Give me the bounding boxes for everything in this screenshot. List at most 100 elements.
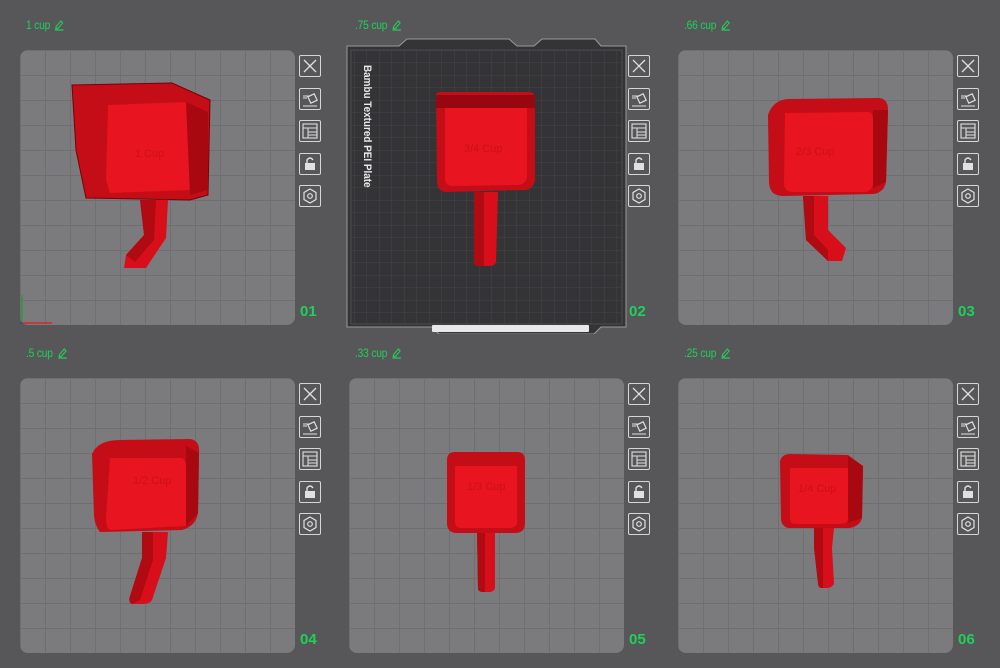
scoop-model[interactable]: 1 Cup: [20, 50, 295, 325]
settings-icon: [961, 516, 975, 532]
plate-toolbar: [299, 55, 323, 218]
plate-number: 06: [958, 631, 975, 648]
plate-title-5[interactable]: .33 cup: [355, 346, 402, 360]
plate-name-label: .33 cup: [355, 346, 388, 360]
edit-pencil-icon[interactable]: [54, 19, 64, 31]
auto-orient-icon: [632, 92, 647, 106]
arrange-button[interactable]: [957, 120, 979, 142]
delete-plate-button[interactable]: [957, 55, 979, 77]
scoop-model[interactable]: 1/3 Cup: [349, 378, 624, 653]
scoop-model[interactable]: 2/3 Cup: [678, 50, 953, 325]
auto-orient-icon: [961, 420, 976, 434]
scoop-engraving: 1/4 Cup: [798, 483, 837, 495]
edit-pencil-icon[interactable]: [57, 347, 67, 359]
lock-button[interactable]: [957, 480, 979, 503]
close-icon: [961, 59, 975, 73]
lock-button[interactable]: [299, 480, 321, 503]
close-icon: [303, 387, 317, 401]
bed-type-label: Bambu Textured PEI Plate: [361, 65, 373, 188]
auto-orient-icon: [632, 420, 647, 434]
scoop-engraving: 1 Cup: [135, 148, 164, 160]
plate-toolbar: [957, 383, 981, 546]
plate-toolbar: [299, 383, 323, 546]
delete-plate-button[interactable]: [299, 55, 321, 77]
auto-orient-button[interactable]: [628, 87, 650, 110]
scoop-model[interactable]: 1/4 Cup: [678, 378, 953, 653]
close-icon: [632, 59, 646, 73]
edit-pencil-icon[interactable]: [721, 19, 731, 31]
scoop-engraving: 3/4 Cup: [464, 143, 503, 155]
delete-plate-button[interactable]: [299, 383, 321, 405]
delete-plate-button[interactable]: [957, 383, 979, 405]
auto-orient-icon: [303, 92, 318, 106]
auto-orient-button[interactable]: [628, 415, 650, 438]
plate-settings-button[interactable]: [628, 513, 650, 535]
plate-name-label: 1 cup: [26, 18, 51, 32]
arrange-button[interactable]: [299, 120, 321, 142]
close-icon: [303, 59, 317, 73]
lock-icon: [305, 156, 315, 170]
lock-button[interactable]: [299, 152, 321, 175]
plate-title-3[interactable]: .66 cup: [684, 18, 731, 32]
plate-title-4[interactable]: .5 cup: [26, 346, 67, 360]
lock-icon: [305, 484, 315, 498]
plate-toolbar: [628, 383, 652, 546]
auto-orient-icon: [961, 92, 976, 106]
scoop-model[interactable]: 1/2 Cup: [20, 378, 295, 653]
edit-pencil-icon[interactable]: [392, 347, 402, 359]
arrange-button[interactable]: [628, 120, 650, 142]
arrange-icon: [302, 451, 318, 467]
edit-pencil-icon[interactable]: [721, 347, 731, 359]
lock-icon: [634, 484, 644, 498]
auto-orient-button[interactable]: [957, 87, 979, 110]
plate-number: 04: [300, 631, 317, 648]
plate-settings-button[interactable]: [957, 513, 979, 535]
scoop-engraving: 2/3 Cup: [796, 146, 835, 158]
plate-settings-button[interactable]: [299, 185, 321, 207]
arrange-icon: [631, 451, 647, 467]
lock-button[interactable]: [628, 152, 650, 175]
plate-title-6[interactable]: .25 cup: [684, 346, 731, 360]
arrange-icon: [960, 123, 976, 139]
plate-toolbar: [628, 55, 652, 218]
close-icon: [961, 387, 975, 401]
arrange-icon: [302, 123, 318, 139]
arrange-button[interactable]: [628, 448, 650, 470]
plate-number: 03: [958, 303, 975, 320]
close-icon: [632, 387, 646, 401]
plate-title-1[interactable]: 1 cup: [26, 18, 65, 32]
plate-toolbar: [957, 55, 981, 218]
plate-number: 01: [300, 303, 317, 320]
plate-cell-4: .5 cup 1/2 Cup 04: [0, 328, 328, 662]
scoop-engraving: 1/2 Cup: [133, 475, 172, 487]
delete-plate-button[interactable]: [628, 383, 650, 405]
delete-plate-button[interactable]: [628, 55, 650, 77]
plate-settings-button[interactable]: [628, 185, 650, 207]
arrange-icon: [631, 123, 647, 139]
settings-icon: [961, 188, 975, 204]
scoop-engraving: 1/3 Cup: [467, 481, 506, 493]
settings-icon: [632, 188, 646, 204]
arrange-button[interactable]: [299, 448, 321, 470]
textured-pei-plate[interactable]: 3/4 Cup: [329, 0, 657, 334]
plate-name-label: .5 cup: [26, 346, 53, 360]
arrange-icon: [960, 451, 976, 467]
plate-cell-5: .33 cup 1/3 Cup 05: [329, 328, 657, 662]
plate-name-label: .25 cup: [684, 346, 717, 360]
plate-settings-button[interactable]: [957, 185, 979, 207]
auto-orient-button[interactable]: [299, 415, 321, 438]
lock-button[interactable]: [628, 480, 650, 503]
auto-orient-button[interactable]: [299, 87, 321, 110]
plate-cell-3: .66 cup 2/3 Cup 03: [658, 0, 986, 334]
plate-cell-6: .25 cup 1/4 Cup 06: [658, 328, 986, 662]
settings-icon: [303, 188, 317, 204]
auto-orient-button[interactable]: [957, 415, 979, 438]
plate-settings-button[interactable]: [299, 513, 321, 535]
lock-button[interactable]: [957, 152, 979, 175]
plate-cell-1: 1 cup 1 Cup 01: [0, 0, 328, 334]
settings-icon: [303, 516, 317, 532]
plate-number: 02: [629, 303, 646, 320]
arrange-button[interactable]: [957, 448, 979, 470]
plate-name-label: .66 cup: [684, 18, 717, 32]
lock-icon: [634, 156, 644, 170]
